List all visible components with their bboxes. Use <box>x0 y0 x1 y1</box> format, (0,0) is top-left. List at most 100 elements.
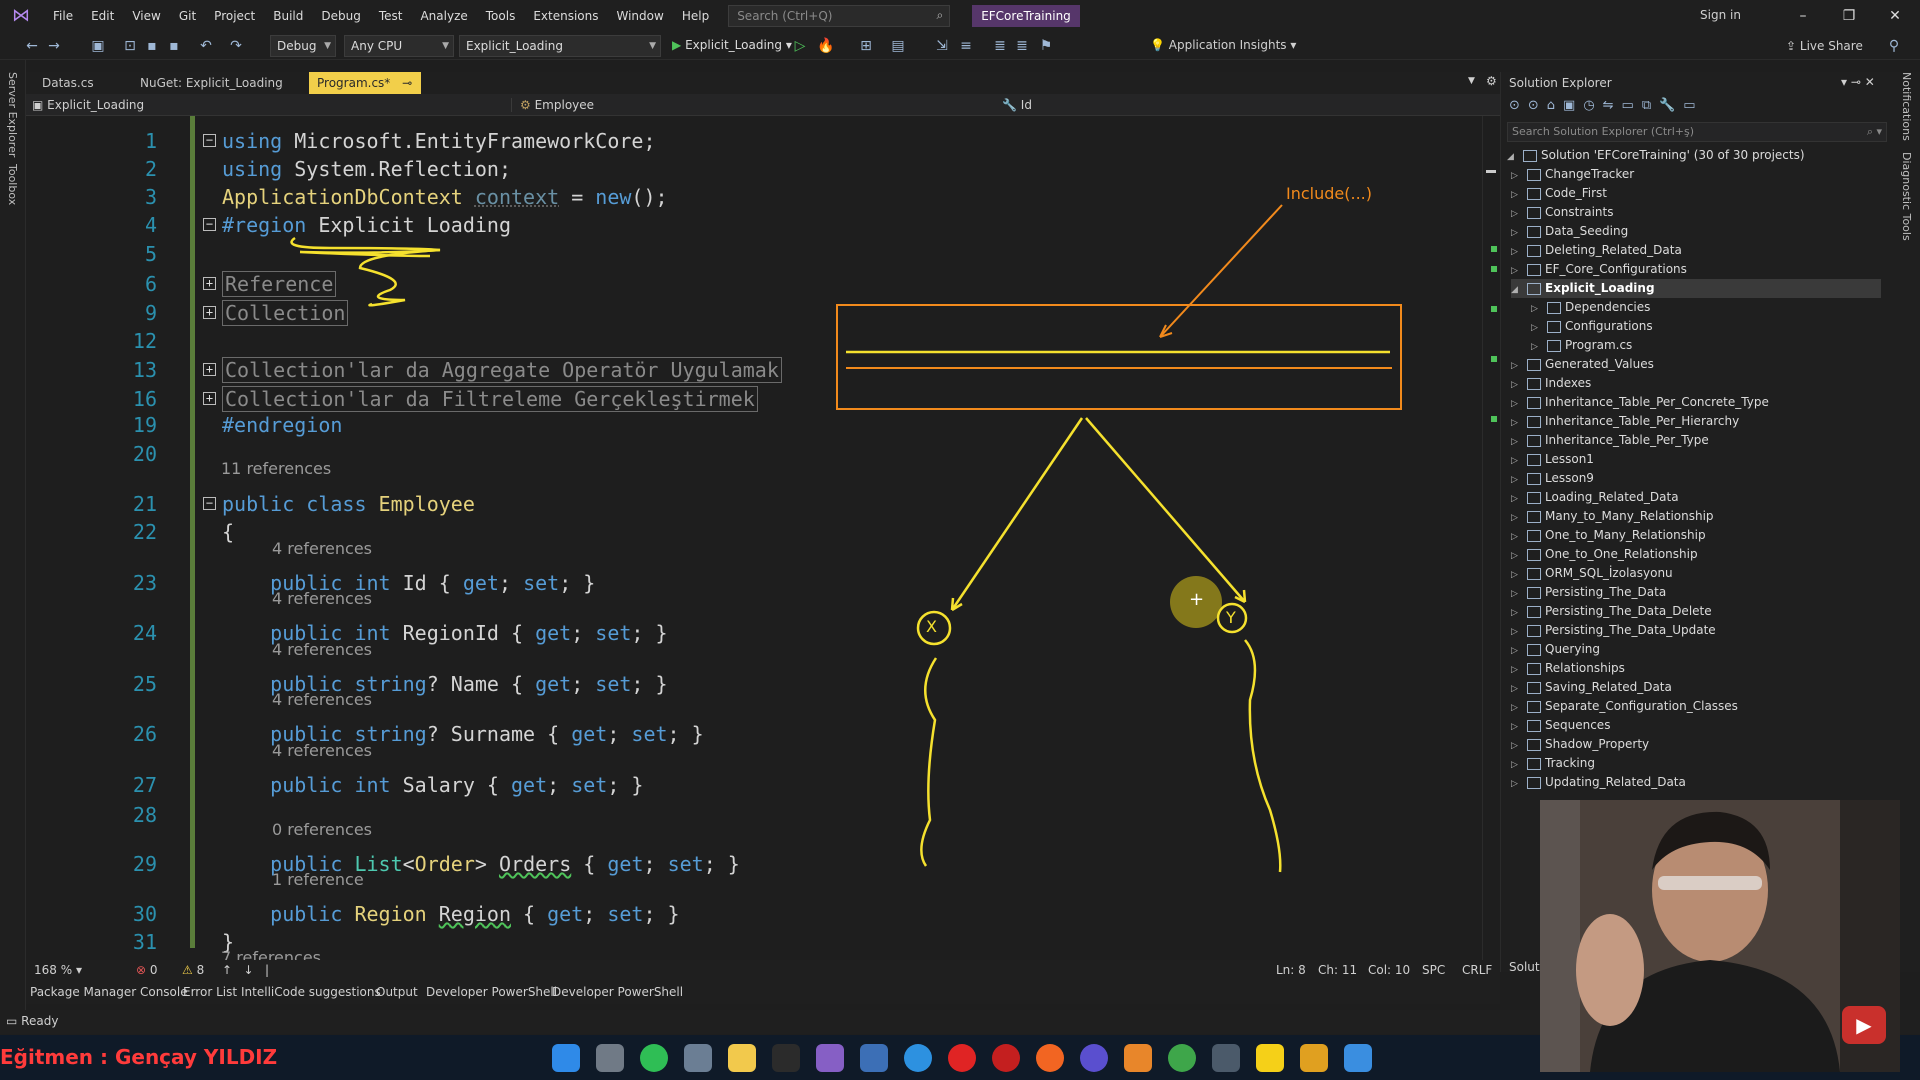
menu-test[interactable]: Test <box>370 0 412 32</box>
tree-item-one-to-many-relationship[interactable]: ▷ One_to_Many_Relationship <box>1511 526 1881 545</box>
tree-item-data-seeding[interactable]: ▷ Data_Seeding <box>1511 222 1881 241</box>
tree-item-deleting-related-data[interactable]: ▷ Deleting_Related_Data <box>1511 241 1881 260</box>
menu-edit[interactable]: Edit <box>82 0 123 32</box>
code-line[interactable]: ApplicationDbContext context = new(); <box>222 185 668 209</box>
platform-select[interactable]: Any CPU ▼ <box>344 35 454 57</box>
tree-item-one-to-one-relationship[interactable]: ▷ One_to_One_Relationship <box>1511 545 1881 564</box>
member-dropdown[interactable]: 🔧 Id <box>1002 98 1032 112</box>
tree-item-sequences[interactable]: ▷ Sequences <box>1511 716 1881 735</box>
notepad-icon[interactable] <box>1344 1044 1372 1072</box>
tree-item-inheritance-table-per-hierarchy[interactable]: ▷ Inheritance_Table_Per_Hierarchy <box>1511 412 1881 431</box>
fold-toggle-icon[interactable]: + <box>203 277 216 290</box>
uncomment-icon[interactable]: ≣ <box>1012 36 1032 56</box>
task-view-icon[interactable] <box>596 1044 624 1072</box>
code-line[interactable]: Collection <box>222 300 349 326</box>
code-line[interactable]: Reference <box>222 271 337 297</box>
snipping-icon[interactable] <box>1300 1044 1328 1072</box>
tree-item-querying[interactable]: ▷ Querying <box>1511 640 1881 659</box>
tree-item-tracking[interactable]: ▷ Tracking <box>1511 754 1881 773</box>
startup-project-select[interactable]: Explicit_Loading ▼ <box>459 35 661 57</box>
tree-item-persisting-the-data[interactable]: ▷ Persisting_The_Data <box>1511 583 1881 602</box>
screen-tool-icon[interactable] <box>684 1044 712 1072</box>
tree-item-ef-core-configurations[interactable]: ▷ EF_Core_Configurations <box>1511 260 1881 279</box>
app-icon[interactable] <box>1080 1044 1108 1072</box>
indent-icon[interactable]: ≡ <box>956 36 976 56</box>
tree-item-persisting-the-data-update[interactable]: ▷ Persisting_The_Data_Update <box>1511 621 1881 640</box>
tree-item-inheritance-table-per-concrete-type[interactable]: ▷ Inheritance_Table_Per_Concrete_Type <box>1511 393 1881 412</box>
tree-item-changetracker[interactable]: ▷ ChangeTracker <box>1511 165 1881 184</box>
tab-nuget[interactable]: NuGet: Explicit_Loading <box>132 72 291 94</box>
solution-root[interactable]: ◢ Solution 'EFCoreTraining' (30 of 30 pro… <box>1507 146 1805 165</box>
bookmark-icon[interactable]: ⚑ <box>1036 36 1056 56</box>
menu-file[interactable]: File <box>44 0 82 32</box>
photos-icon[interactable] <box>860 1044 888 1072</box>
class-dropdown[interactable]: ⚙ Employee <box>520 98 1000 112</box>
start-icon[interactable] <box>552 1044 580 1072</box>
menu-debug[interactable]: Debug <box>312 0 369 32</box>
code-line[interactable]: { <box>222 520 234 544</box>
minimize-icon[interactable]: – <box>1780 0 1826 32</box>
tab-package-manager[interactable]: Package Manager Console <box>30 985 188 999</box>
fold-toggle-icon[interactable]: − <box>203 134 216 147</box>
close-icon[interactable]: ✕ <box>1872 0 1918 32</box>
back-icon[interactable]: ← <box>22 36 42 56</box>
chrome-icon[interactable] <box>1168 1044 1196 1072</box>
next-references[interactable]: 7 references <box>221 948 321 960</box>
menu-project[interactable]: Project <box>205 0 264 32</box>
whatsapp-icon[interactable] <box>640 1044 668 1072</box>
save-icon[interactable]: ▪ <box>142 36 162 56</box>
run-button[interactable]: ▶ Explicit_Loading ▾ <box>672 38 792 52</box>
solution-search-input[interactable]: Search Solution Explorer (Ctrl+ş) ⌕ ▾ <box>1507 122 1887 142</box>
code-line[interactable]: using Microsoft.EntityFrameworkCore; <box>222 129 655 153</box>
tab-error-list[interactable]: Error List <box>183 985 237 999</box>
tab-powershell-2[interactable]: Developer PowerShell <box>552 985 683 999</box>
application-insights-button[interactable]: 💡 Application Insights ▾ <box>1150 38 1296 52</box>
menu-extensions[interactable]: Extensions <box>524 0 607 32</box>
step-icon[interactable]: ⇲ <box>932 36 952 56</box>
redo-icon[interactable]: ↷ <box>226 36 246 56</box>
name-references[interactable]: 4 references <box>272 640 372 659</box>
orders-references[interactable]: 0 references <box>272 820 372 839</box>
tab-output[interactable]: Output <box>376 985 418 999</box>
tree-item-persisting-the-data-delete[interactable]: ▷ Persisting_The_Data_Delete <box>1511 602 1881 621</box>
tab-powershell-1[interactable]: Developer PowerShell <box>426 985 557 999</box>
browse-icon[interactable]: ⊞ <box>856 36 876 56</box>
file-explorer-icon[interactable] <box>728 1044 756 1072</box>
code-line[interactable]: using System.Reflection; <box>222 157 511 181</box>
surname-references[interactable]: 4 references <box>272 690 372 709</box>
editor-scrollbar[interactable] <box>1482 116 1500 960</box>
postman-icon[interactable] <box>1036 1044 1064 1072</box>
layout-icon[interactable]: ▤ <box>888 36 908 56</box>
tab-overflow-icon[interactable]: ▼ <box>1468 76 1475 86</box>
opera-icon[interactable] <box>948 1044 976 1072</box>
tree-item-dependencies[interactable]: ▷ Dependencies <box>1531 298 1877 317</box>
menu-tools[interactable]: Tools <box>477 0 525 32</box>
restore-icon[interactable]: ❐ <box>1826 0 1872 32</box>
code-line[interactable]: #endregion <box>222 413 342 437</box>
tree-item-loading-related-data[interactable]: ▷ Loading_Related_Data <box>1511 488 1881 507</box>
code-line[interactable]: #region Explicit Loading <box>222 213 511 237</box>
tree-item-many-to-many-relationship[interactable]: ▷ Many_to_Many_Relationship <box>1511 507 1881 526</box>
nav-arrows[interactable]: ↑ ↓ | <box>222 963 277 977</box>
whitespace-indicator[interactable]: SPC <box>1422 963 1445 977</box>
menu-view[interactable]: View <box>123 0 169 32</box>
visual-studio-icon[interactable] <box>816 1044 844 1072</box>
fold-toggle-icon[interactable]: + <box>203 363 216 376</box>
id-references[interactable]: 4 references <box>272 539 372 558</box>
fold-toggle-icon[interactable]: + <box>203 306 216 319</box>
undo-icon[interactable]: ↶ <box>196 36 216 56</box>
fold-toggle-icon[interactable]: − <box>203 218 216 231</box>
visual-studio-logo-icon[interactable]: ⋈ <box>10 5 32 27</box>
search-input[interactable]: Search (Ctrl+Q) ⌕ <box>728 5 951 27</box>
youtube-icon[interactable]: ▶ <box>1842 1006 1886 1044</box>
code-line[interactable]: public int Salary { get; set; } <box>222 773 643 797</box>
tree-item-orm-sql-i-zolasyonu[interactable]: ▷ ORM_SQL_İzolasyonu <box>1511 564 1881 583</box>
tree-item-code-first[interactable]: ▷ Code_First <box>1511 184 1881 203</box>
line-ending-indicator[interactable]: CRLF <box>1462 963 1492 977</box>
warning-indicator[interactable]: ⚠ 8 <box>182 963 204 977</box>
notifications-tab[interactable]: Notifications <box>1900 72 1913 141</box>
tree-item-relationships[interactable]: ▷ Relationships <box>1511 659 1881 678</box>
region-references[interactable]: 1 reference <box>272 870 364 889</box>
code-line[interactable]: public Region Region { get; set; } <box>222 902 679 926</box>
panel-menu-icon[interactable]: ▾ ⊸ ✕ <box>1841 75 1875 89</box>
